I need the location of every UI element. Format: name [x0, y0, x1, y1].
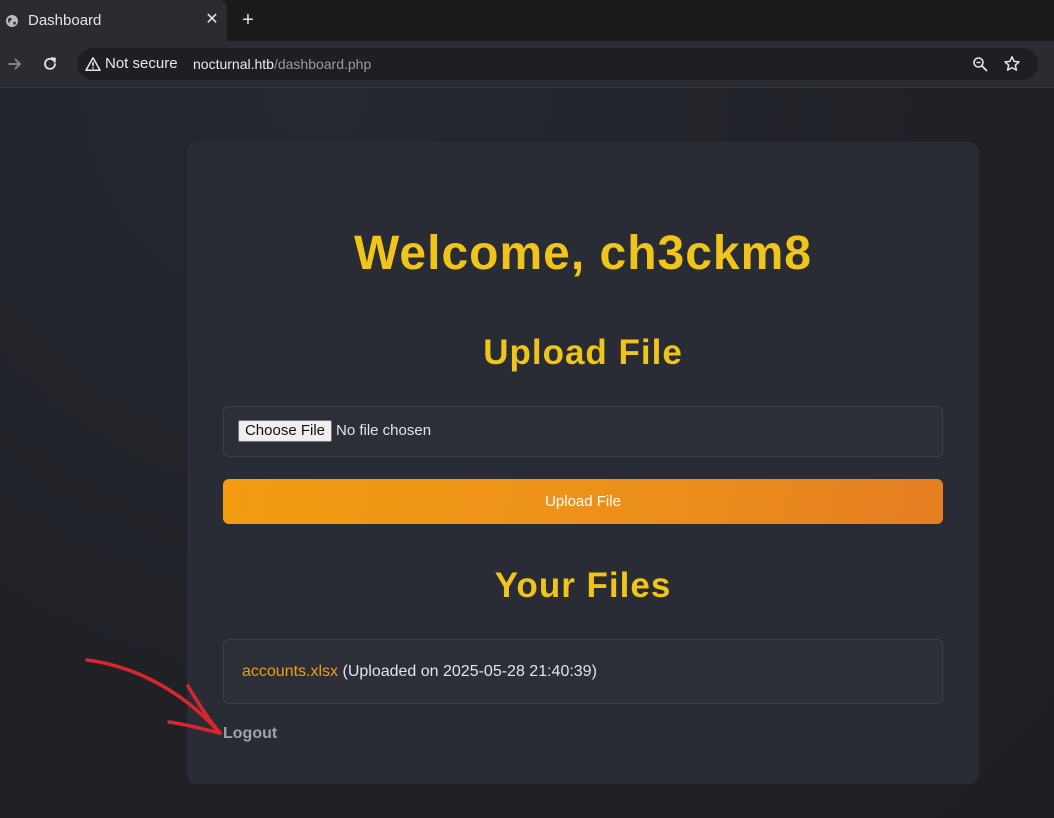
- new-tab-button[interactable]: +: [240, 10, 256, 30]
- reload-icon[interactable]: [41, 55, 59, 73]
- file-list: accounts.xlsx (Uploaded on 2025-05-28 21…: [223, 639, 943, 704]
- security-status[interactable]: Not secure: [105, 55, 178, 72]
- dashboard-card: Welcome, ch3ckm8 Upload File Choose File…: [187, 142, 979, 784]
- url-host: nocturnal.htb: [193, 56, 274, 72]
- browser-toolbar: Not secure nocturnal.htb/dashboard.php: [0, 41, 1054, 88]
- close-tab-icon[interactable]: ✕: [205, 11, 219, 29]
- file-upload-date: (Uploaded on 2025-05-28 21:40:39): [338, 663, 597, 680]
- list-item: accounts.xlsx (Uploaded on 2025-05-28 21…: [242, 663, 597, 681]
- upload-heading: Upload File: [483, 333, 683, 372]
- page-viewport: Welcome, ch3ckm8 Upload File Choose File…: [0, 88, 1054, 818]
- file-input[interactable]: Choose File No file chosen: [223, 406, 943, 457]
- forward-arrow-icon[interactable]: [6, 55, 24, 73]
- zoom-icon[interactable]: [972, 56, 988, 72]
- upload-file-button[interactable]: Upload File: [223, 479, 943, 524]
- globe-icon: [6, 15, 18, 27]
- warning-triangle-icon[interactable]: [85, 56, 101, 72]
- files-heading: Your Files: [494, 566, 672, 605]
- url-path: /dashboard.php: [273, 56, 372, 72]
- url-text[interactable]: nocturnal.htb/dashboard.php: [193, 56, 371, 72]
- file-input-status: No file chosen: [336, 422, 432, 439]
- file-link[interactable]: accounts.xlsx: [242, 663, 338, 680]
- tab-bar: Dashboard ✕ +: [0, 0, 1054, 41]
- annotation-arrow-icon: [85, 658, 222, 735]
- address-bar[interactable]: Not secure nocturnal.htb/dashboard.php: [77, 48, 1038, 80]
- tab-dashboard[interactable]: Dashboard ✕: [0, 0, 227, 41]
- welcome-heading: Welcome, ch3ckm8: [353, 227, 812, 280]
- tab-title: Dashboard: [28, 12, 102, 29]
- logout-link[interactable]: Logout: [223, 725, 277, 743]
- choose-file-button[interactable]: Choose File: [238, 420, 332, 442]
- star-icon[interactable]: [1003, 55, 1021, 73]
